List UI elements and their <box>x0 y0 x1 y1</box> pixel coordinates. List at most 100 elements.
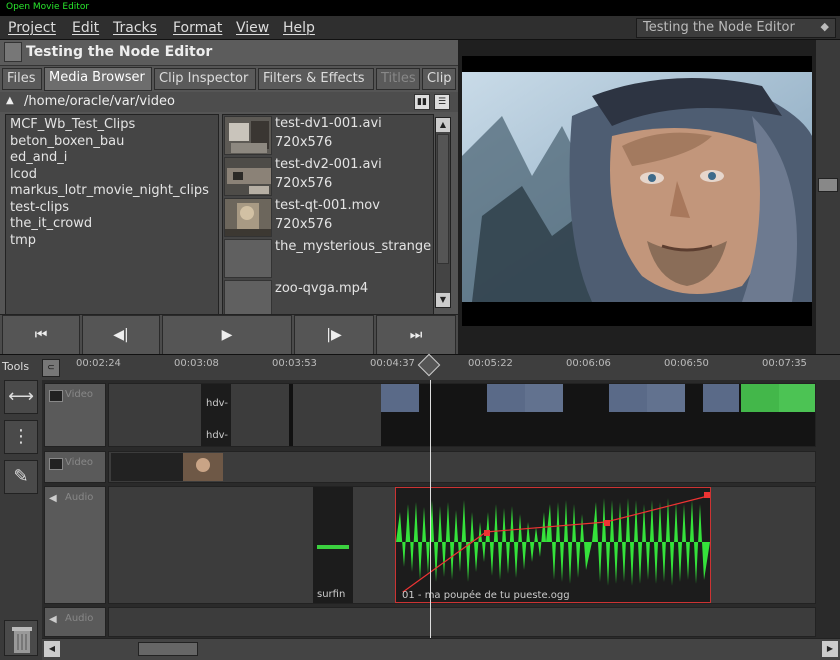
track-lane-audio-2[interactable] <box>108 607 816 637</box>
file-name: the_mysterious_strange <box>275 239 432 254</box>
scroll-left-icon[interactable]: ◀ <box>44 641 60 657</box>
folder-list[interactable]: MCF_Wb_Test_Clips beton_boxen_bau ed_and… <box>5 114 219 348</box>
path-bar: ▲ /home/oracle/var/video ▮▮ ☰ <box>0 92 458 112</box>
step-forward-button[interactable]: |▶ <box>294 315 374 355</box>
scroll-down-icon[interactable]: ▼ <box>436 293 450 307</box>
video-clip[interactable] <box>289 384 293 446</box>
tick-label: 00:06:50 <box>664 358 709 369</box>
step-back-button[interactable]: ◀| <box>82 315 160 355</box>
tab-files[interactable]: Files <box>2 68 42 90</box>
clip-label: hdv- <box>206 430 228 441</box>
tick-label: 00:06:06 <box>566 358 611 369</box>
razor-tool-icon[interactable]: ✎ <box>4 460 38 494</box>
panel-grip-icon[interactable] <box>4 42 22 62</box>
skip-to-start-button[interactable]: ⏮ <box>2 315 80 355</box>
transport-controls: ⏮ ◀| ▶ |▶ ⏭ <box>0 314 458 355</box>
list-item[interactable]: test-qt-001.mov 720x576 <box>223 197 433 238</box>
list-item[interactable]: markus_lotr_movie_night_clips <box>10 183 214 200</box>
detail-view-icon[interactable]: ☰ <box>434 94 450 110</box>
list-view-icon[interactable]: ▮▮ <box>414 94 430 110</box>
panel-tabs: Files Media Browser Clip Inspector Filte… <box>0 67 458 91</box>
skip-to-end-button[interactable]: ⏭ <box>376 315 456 355</box>
scrollbar-thumb[interactable] <box>437 134 449 264</box>
tools-label: Tools <box>2 360 30 373</box>
track-label: Audio <box>65 613 94 624</box>
tick-label: 00:03:53 <box>272 358 317 369</box>
clip-label: 01 - ma poupée de tu pueste.ogg <box>402 590 570 601</box>
menu-view[interactable]: View <box>236 20 269 36</box>
menu-project[interactable]: Project <box>8 20 56 36</box>
window-titlebar: Open Movie Editor <box>0 0 840 16</box>
video-thumbnail <box>224 157 272 196</box>
track-lane-audio-1[interactable]: surfin 01 - ma poupée de tu pueste.ogg <box>108 486 816 604</box>
current-path: /home/oracle/var/video <box>24 94 175 109</box>
playhead-line[interactable] <box>430 380 431 638</box>
list-item[interactable]: test-clips <box>10 200 214 217</box>
scroll-up-icon[interactable]: ▲ <box>436 118 450 132</box>
up-arrow-icon[interactable]: ▲ <box>6 95 14 106</box>
video-track-icon <box>49 458 63 470</box>
video-clip[interactable] <box>111 453 223 481</box>
track-lane-video-1[interactable]: hdv- hdv- <box>108 383 816 447</box>
track-lane-video-2[interactable] <box>108 451 816 483</box>
project-select[interactable]: Testing the Node Editor ◆ <box>636 18 836 38</box>
zoom-slider-knob[interactable] <box>818 178 838 192</box>
video-preview[interactable] <box>462 56 812 326</box>
project-select-value: Testing the Node Editor <box>643 20 795 35</box>
tab-media-browser[interactable]: Media Browser <box>44 67 152 91</box>
file-resolution: 720x576 <box>275 176 333 191</box>
tick-label: 00:02:24 <box>76 358 121 369</box>
preview-scrollbar[interactable] <box>816 40 840 354</box>
audio-clip[interactable]: surfin <box>313 487 353 603</box>
track-header-audio-1[interactable]: ◀ Audio <box>44 486 106 604</box>
list-item[interactable]: test-dv2-001.avi 720x576 <box>223 156 433 197</box>
menu-edit[interactable]: Edit <box>72 20 99 36</box>
menu-format[interactable]: Format <box>173 20 222 36</box>
list-item[interactable]: the_it_crowd <box>10 216 214 233</box>
tick-label: 00:03:08 <box>174 358 219 369</box>
file-name: test-dv1-001.avi <box>275 116 382 131</box>
list-item[interactable]: test-dv1-001.avi 720x576 <box>223 115 433 156</box>
scroll-right-icon[interactable]: ▶ <box>822 641 838 657</box>
video-clip[interactable] <box>381 384 815 446</box>
speaker-icon: ◀ <box>49 493 57 504</box>
tick-label: 00:07:35 <box>762 358 807 369</box>
file-list-scrollbar[interactable]: ▲ ▼ <box>435 117 451 308</box>
move-tool-icon[interactable]: ⟷ <box>4 380 38 414</box>
track-label: Video <box>65 457 94 468</box>
play-button[interactable]: ▶ <box>162 315 292 355</box>
speaker-icon: ◀ <box>49 614 57 625</box>
scrollbar-thumb[interactable] <box>138 642 198 656</box>
menu-tracks[interactable]: Tracks <box>113 20 157 36</box>
file-resolution: 720x576 <box>275 135 333 150</box>
window-title: Open Movie Editor <box>6 2 90 12</box>
track-header-video-1[interactable]: Video <box>44 383 106 447</box>
track-header-video-2[interactable]: Video <box>44 451 106 483</box>
tab-clip-inspector[interactable]: Clip Inspector <box>154 68 256 90</box>
tick-label: 00:04:37 <box>370 358 415 369</box>
list-item[interactable]: MCF_Wb_Test_Clips <box>10 117 214 134</box>
list-item[interactable]: the_mysterious_strange <box>223 238 433 279</box>
file-resolution: 720x576 <box>275 217 333 232</box>
tab-clip[interactable]: Clip <box>422 68 456 90</box>
file-list[interactable]: test-dv1-001.avi 720x576 test-dv2-001.av… <box>222 114 434 348</box>
track-label: Audio <box>65 492 94 503</box>
trash-icon[interactable] <box>4 620 38 656</box>
track-header-audio-2[interactable]: ◀ Audio <box>44 607 106 637</box>
vertical-move-tool-icon[interactable]: ⋮ <box>4 420 38 454</box>
file-name: zoo-qvga.mp4 <box>275 281 369 296</box>
tick-label: 00:05:22 <box>468 358 513 369</box>
panel-titlebar: Testing the Node Editor <box>0 40 458 66</box>
list-item[interactable]: ed_and_i <box>10 150 214 167</box>
video-thumbnail <box>224 239 272 278</box>
list-item[interactable]: beton_boxen_bau <box>10 134 214 151</box>
video-clip[interactable]: hdv- hdv- <box>201 384 231 446</box>
tools-menu-icon[interactable]: ⊂ <box>42 359 60 377</box>
list-item[interactable]: tmp <box>10 233 214 250</box>
tab-titles[interactable]: Titles <box>376 68 420 90</box>
menu-help[interactable]: Help <box>283 20 315 36</box>
tab-filters-effects[interactable]: Filters & Effects <box>258 68 374 90</box>
timeline-scrollbar[interactable]: ◀ ▶ <box>42 638 840 660</box>
audio-clip-selected[interactable]: 01 - ma poupée de tu pueste.ogg <box>395 487 711 603</box>
list-item[interactable]: lcod <box>10 167 214 184</box>
